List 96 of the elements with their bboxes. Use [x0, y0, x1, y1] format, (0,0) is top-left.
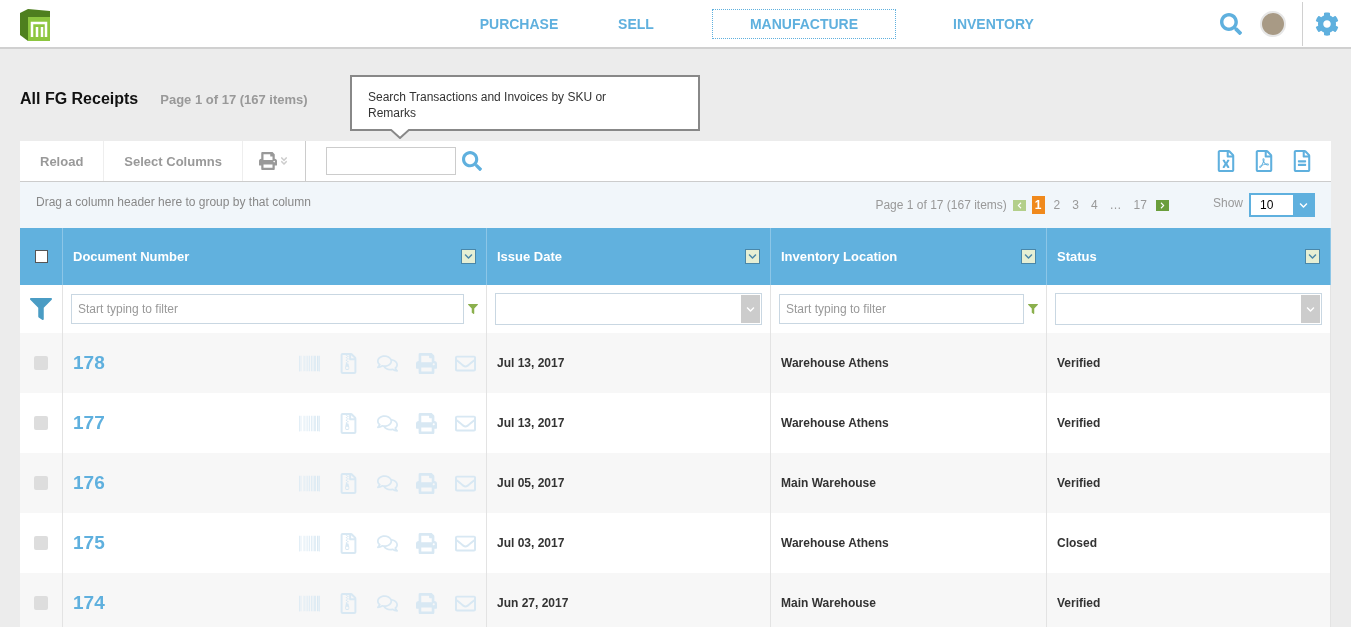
- zip-file-icon[interactable]: [338, 532, 359, 554]
- filter-select[interactable]: [495, 293, 762, 325]
- table-cell: Verified: [1057, 356, 1101, 370]
- table-cell: Closed: [1057, 536, 1097, 550]
- print-icon[interactable]: [416, 472, 437, 494]
- column-menu-button[interactable]: [461, 249, 476, 264]
- table-cell: Jul 03, 2017: [497, 536, 565, 550]
- chevron-down-icon: [748, 252, 757, 261]
- page-link[interactable]: 2: [1050, 196, 1064, 214]
- column-menu-button[interactable]: [745, 249, 760, 264]
- row-checkbox[interactable]: [34, 596, 48, 610]
- zip-file-icon[interactable]: [338, 412, 359, 434]
- select-all-checkbox[interactable]: [34, 250, 48, 263]
- print-icon[interactable]: [416, 532, 437, 554]
- chevron-down-icon: [1024, 252, 1033, 261]
- table-cell: Warehouse Athens: [781, 416, 889, 430]
- search-icon[interactable]: [1220, 12, 1242, 35]
- table-cell: Jul 13, 2017: [497, 416, 565, 430]
- row-checkbox[interactable]: [34, 476, 48, 490]
- table-cell: Verified: [1057, 476, 1101, 490]
- table-cell: Warehouse Athens: [781, 536, 889, 550]
- chevron-down-icon: [746, 304, 755, 314]
- pager-summary: Page 1 of 17 (167 items): [875, 198, 1007, 212]
- row-checkbox[interactable]: [34, 356, 48, 370]
- comments-icon[interactable]: [377, 532, 398, 554]
- search-field[interactable]: [325, 147, 456, 175]
- table-cell: Main Warehouse: [781, 596, 876, 610]
- column-menu-button[interactable]: [1305, 249, 1320, 264]
- nav-tab[interactable]: INVENTORY: [952, 8, 1034, 39]
- tooltip-pointer-icon: [390, 129, 410, 139]
- document-link[interactable]: 175: [73, 532, 105, 554]
- page-link[interactable]: …: [1106, 196, 1125, 214]
- page-link[interactable]: 3: [1069, 196, 1082, 214]
- document-link[interactable]: 174: [73, 592, 105, 614]
- logo-cube-icon[interactable]: [18, 6, 52, 41]
- table-cell: Jun 27, 2017: [497, 596, 569, 610]
- page-summary: Page 1 of 17 (167 items): [160, 92, 308, 107]
- nav-tab[interactable]: PURCHASE: [478, 8, 560, 39]
- table-cell: Warehouse Athens: [781, 356, 889, 370]
- table-cell: Jul 13, 2017: [497, 356, 565, 370]
- double-chevron-icon: [278, 156, 289, 166]
- print-icon[interactable]: [416, 352, 437, 374]
- search-icon[interactable]: [461, 151, 482, 171]
- nav-tab[interactable]: MANUFACTURE: [712, 8, 896, 39]
- pdf-file-icon[interactable]: [1253, 150, 1275, 172]
- column-header[interactable]: Inventory Location: [771, 228, 1047, 285]
- show-label: Show: [1212, 196, 1243, 210]
- table-cell: Verified: [1057, 596, 1101, 610]
- filter-select[interactable]: [1055, 293, 1322, 325]
- zip-file-icon[interactable]: [338, 592, 359, 614]
- table-cell: Jul 05, 2017: [497, 476, 565, 490]
- document-link[interactable]: 176: [73, 472, 105, 494]
- excel-file-icon[interactable]: [1215, 150, 1237, 172]
- column-menu-button[interactable]: [1021, 249, 1036, 264]
- table-cell: Verified: [1057, 416, 1101, 430]
- page-link[interactable]: 4: [1087, 196, 1101, 214]
- filter-icon[interactable]: [30, 298, 52, 320]
- comments-icon[interactable]: [377, 352, 398, 374]
- column-header[interactable]: Status: [1047, 228, 1331, 285]
- search-tooltip: Search Transactions and Invoices by SKU or Remarks: [350, 75, 700, 131]
- chevron-down-icon: [464, 252, 473, 261]
- chevron-right-icon: [1158, 201, 1166, 209]
- nav-tab[interactable]: SELL: [616, 8, 656, 39]
- filter-field[interactable]: Start typing to filter: [71, 294, 464, 324]
- comments-icon[interactable]: [377, 592, 398, 614]
- chevron-down-icon: [1308, 252, 1317, 261]
- document-link[interactable]: 178: [73, 352, 105, 374]
- text-file-icon[interactable]: [1291, 150, 1313, 172]
- print-icon[interactable]: [416, 412, 437, 434]
- comments-icon[interactable]: [377, 472, 398, 494]
- next-page-button[interactable]: [1155, 199, 1169, 211]
- page-size-select[interactable]: 10: [1249, 193, 1315, 217]
- print-icon: [258, 152, 277, 170]
- zip-file-icon[interactable]: [338, 352, 359, 374]
- comments-icon[interactable]: [377, 412, 398, 434]
- chevron-down-icon: [1306, 304, 1315, 314]
- avatar[interactable]: [1260, 10, 1286, 37]
- table-cell: Main Warehouse: [781, 476, 876, 490]
- row-checkbox[interactable]: [34, 536, 48, 550]
- zip-file-icon[interactable]: [338, 472, 359, 494]
- column-header[interactable]: Document Number: [63, 228, 487, 285]
- row-checkbox[interactable]: [34, 416, 48, 430]
- settings-icon[interactable]: [1315, 11, 1339, 36]
- chevron-down-icon: [1298, 200, 1308, 210]
- filter-option-icon[interactable]: [468, 304, 478, 314]
- group-hint: Drag a column header here to group by that column: [36, 194, 312, 209]
- page-title: All FG Receipts: [20, 90, 139, 108]
- filter-option-icon[interactable]: [1028, 304, 1038, 314]
- filter-field[interactable]: Start typing to filter: [779, 294, 1024, 324]
- column-header[interactable]: Issue Date: [487, 228, 771, 285]
- document-link[interactable]: 177: [73, 412, 105, 434]
- page-link[interactable]: 17: [1130, 196, 1150, 214]
- chevron-left-icon: [1015, 201, 1023, 209]
- print-icon[interactable]: [416, 592, 437, 614]
- page-link[interactable]: 1: [1031, 196, 1045, 214]
- previous-page-button[interactable]: [1012, 199, 1026, 211]
